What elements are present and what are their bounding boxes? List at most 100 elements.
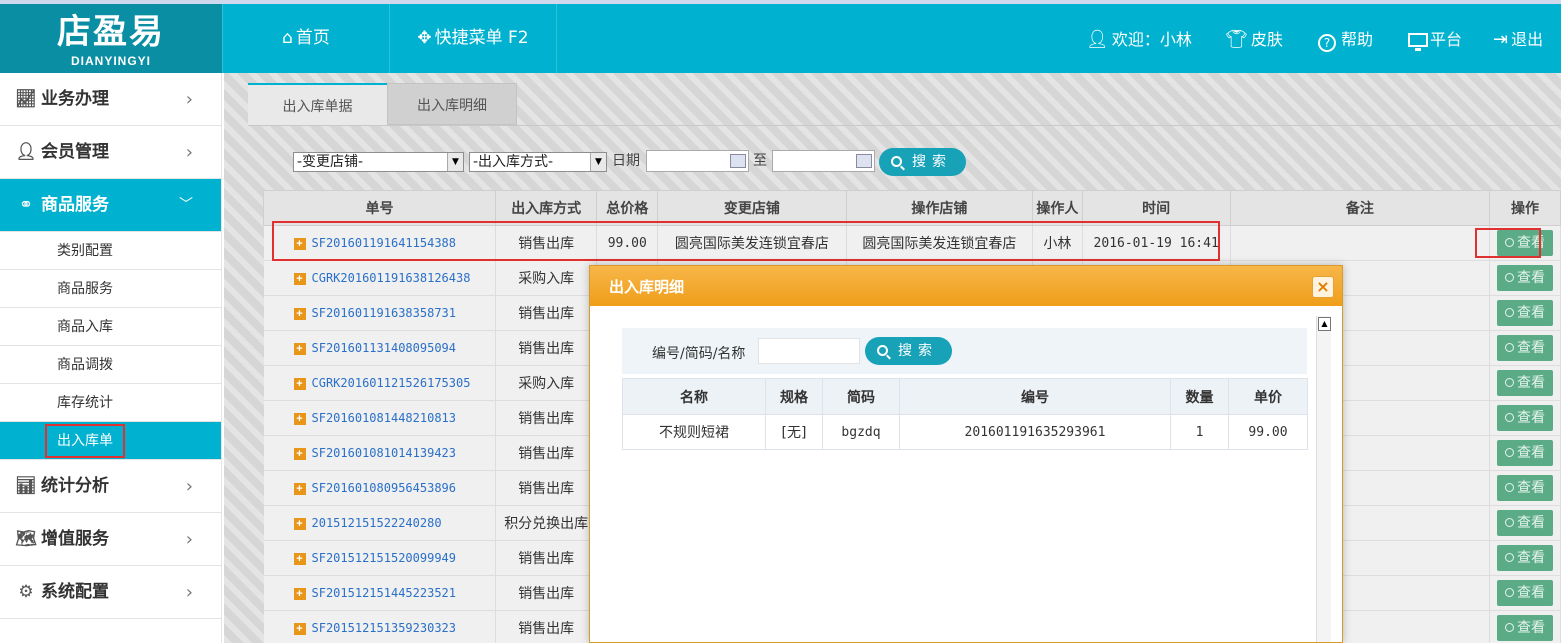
- order-number-cell[interactable]: + SF201601080956453896: [263, 470, 497, 506]
- view-button[interactable]: 查看: [1497, 615, 1554, 641]
- modal-scrollbar[interactable]: ▲: [1316, 316, 1331, 642]
- order-number[interactable]: SF201512151359230323: [312, 621, 457, 635]
- end-date-input[interactable]: [772, 150, 875, 172]
- view-button[interactable]: 查看: [1497, 265, 1554, 291]
- help-button[interactable]: ? 帮助: [1318, 4, 1373, 73]
- order-number-cell[interactable]: + SF201601191638358731: [263, 295, 497, 331]
- expand-plus-icon[interactable]: +: [293, 588, 306, 600]
- sidebar-item-inout-orders[interactable]: 出入库单: [0, 422, 221, 460]
- expand-plus-icon[interactable]: +: [293, 623, 306, 635]
- order-number-cell[interactable]: + SF201601191641154388: [263, 225, 497, 261]
- sidebar-menu-system[interactable]: ⚙ 系统配置 ›: [0, 566, 221, 619]
- order-number[interactable]: SF201601131408095094: [312, 341, 457, 355]
- sidebar-item-goods-stock-in[interactable]: 商品入库: [0, 308, 221, 346]
- modal-search-button[interactable]: 搜索: [865, 337, 952, 365]
- modal-filter-bar: 编号/简码/名称 搜索: [622, 328, 1307, 374]
- expand-plus-icon[interactable]: +: [293, 378, 306, 390]
- view-button[interactable]: 查看: [1497, 580, 1554, 606]
- search-icon: [877, 345, 888, 356]
- sidebar-item-category-config[interactable]: 类别配置: [0, 232, 221, 270]
- sidebar-menu-value-added[interactable]: 🗺︎ 增值服务 ›: [0, 513, 221, 566]
- view-button[interactable]: 查看: [1497, 300, 1554, 326]
- order-number-cell[interactable]: + SF201601131408095094: [263, 330, 497, 366]
- order-number-cell[interactable]: + SF201601081014139423: [263, 435, 497, 471]
- order-number[interactable]: SF201512151520099949: [312, 551, 457, 565]
- expand-plus-icon[interactable]: +: [293, 308, 306, 320]
- expand-plus-icon[interactable]: +: [293, 238, 306, 250]
- sidebar-item-inventory-stats[interactable]: 库存统计: [0, 384, 221, 422]
- action-cell: 查看: [1489, 435, 1561, 471]
- order-number[interactable]: SF201601080956453896: [312, 481, 457, 495]
- platform-button[interactable]: 平台: [1408, 4, 1462, 73]
- magnifier-icon: [1505, 273, 1515, 282]
- scroll-up-arrow-icon[interactable]: ▲: [1318, 317, 1331, 331]
- order-number[interactable]: SF201601191641154388: [312, 236, 457, 250]
- expand-plus-icon[interactable]: +: [293, 518, 306, 530]
- view-button[interactable]: 查看: [1497, 510, 1554, 536]
- view-button[interactable]: 查看: [1497, 545, 1554, 571]
- store-select[interactable]: -变更店铺- ▼: [293, 152, 464, 172]
- view-button[interactable]: 查看: [1497, 440, 1554, 466]
- expand-plus-icon[interactable]: +: [293, 483, 306, 495]
- user-icon: 👤︎: [15, 142, 37, 162]
- expand-plus-icon[interactable]: +: [293, 413, 306, 425]
- order-number[interactable]: CGRK201601121526175305: [312, 376, 471, 390]
- column-header-total: 总价格: [596, 190, 659, 226]
- order-number-cell[interactable]: + SF201512151359230323: [263, 610, 497, 643]
- expand-plus-icon[interactable]: +: [293, 448, 306, 460]
- view-button[interactable]: 查看: [1497, 370, 1554, 396]
- order-number-cell[interactable]: + SF201512151520099949: [263, 540, 497, 576]
- expand-plus-icon[interactable]: +: [293, 273, 306, 285]
- view-button-label: 查看: [1517, 270, 1546, 286]
- start-date-input[interactable]: [646, 150, 749, 172]
- order-number-cell[interactable]: +201512151522240280: [263, 505, 497, 541]
- view-button[interactable]: 查看: [1497, 335, 1554, 361]
- order-number[interactable]: SF201512151445223521: [312, 586, 457, 600]
- order-number[interactable]: 201512151522240280: [312, 516, 442, 530]
- tab-inout-details[interactable]: 出入库明细: [387, 83, 517, 125]
- app-logo[interactable]: 店盈易 DIANYINGYI: [0, 4, 222, 73]
- tab-inout-orders[interactable]: 出入库单据: [248, 83, 387, 125]
- method-cell: 销售出库: [495, 610, 598, 643]
- skin-button[interactable]: 👕︎ 皮肤: [1225, 4, 1283, 73]
- store-select-value: -变更店铺-: [297, 154, 364, 170]
- search-button[interactable]: 搜索: [879, 148, 966, 176]
- close-icon[interactable]: ×: [1312, 276, 1334, 298]
- sidebar-menu-goods[interactable]: ⚭ 商品服务 ﹀: [0, 179, 221, 232]
- modal-header: 出入库明细 ×: [590, 266, 1342, 306]
- modal-filter-label: 编号/简码/名称: [652, 346, 746, 362]
- welcome-user[interactable]: 👤︎ 欢迎：小林: [1086, 4, 1192, 73]
- method-select[interactable]: -出入库方式- ▼: [469, 152, 607, 172]
- expand-plus-icon[interactable]: +: [293, 553, 306, 565]
- view-button-label: 查看: [1517, 410, 1546, 426]
- view-button[interactable]: 查看: [1497, 475, 1554, 501]
- table-row[interactable]: + SF201601191641154388 销售出库 99.00 圆亮国际美发连…: [263, 225, 1561, 261]
- order-number-cell[interactable]: + SF201512151445223521: [263, 575, 497, 611]
- calendar-icon[interactable]: [856, 154, 872, 168]
- modal-search-input[interactable]: [758, 338, 860, 364]
- order-number-cell[interactable]: + CGRK201601121526175305: [263, 365, 497, 401]
- order-number[interactable]: SF201601081014139423: [312, 446, 457, 460]
- magnifier-icon: [1505, 588, 1515, 597]
- order-number-cell[interactable]: + SF201601081448210813: [263, 400, 497, 436]
- view-button-label: 查看: [1517, 340, 1546, 356]
- sidebar-menu-stats[interactable]: 📊︎ 统计分析 ›: [0, 460, 221, 513]
- calendar-icon[interactable]: [730, 154, 746, 168]
- sidebar-item-label: 商品入库: [57, 319, 113, 335]
- sidebar-item-label: 类别配置: [57, 243, 113, 259]
- sidebar-item-goods-service[interactable]: 商品服务: [0, 270, 221, 308]
- sidebar-menu-business[interactable]: 📈︎ 业务办理 ›: [0, 73, 221, 126]
- order-number[interactable]: CGRK201601191638126438: [312, 271, 471, 285]
- view-button[interactable]: 查看: [1497, 230, 1554, 256]
- expand-plus-icon[interactable]: +: [293, 343, 306, 355]
- nav-home[interactable]: ⌂ 首页: [222, 4, 390, 73]
- sidebar-item-goods-transfer[interactable]: 商品调拨: [0, 346, 221, 384]
- sidebar-menu-members[interactable]: 👤︎ 会员管理 ›: [0, 126, 221, 179]
- view-button[interactable]: 查看: [1497, 405, 1554, 431]
- logout-label: 退出: [1511, 30, 1544, 49]
- order-number-cell[interactable]: + CGRK201601191638126438: [263, 260, 497, 296]
- order-number[interactable]: SF201601191638358731: [312, 306, 457, 320]
- nav-quick-menu[interactable]: ✥ 快捷菜单 F2: [390, 4, 557, 73]
- logout-button[interactable]: ⇥ 退出: [1493, 4, 1543, 73]
- order-number[interactable]: SF201601081448210813: [312, 411, 457, 425]
